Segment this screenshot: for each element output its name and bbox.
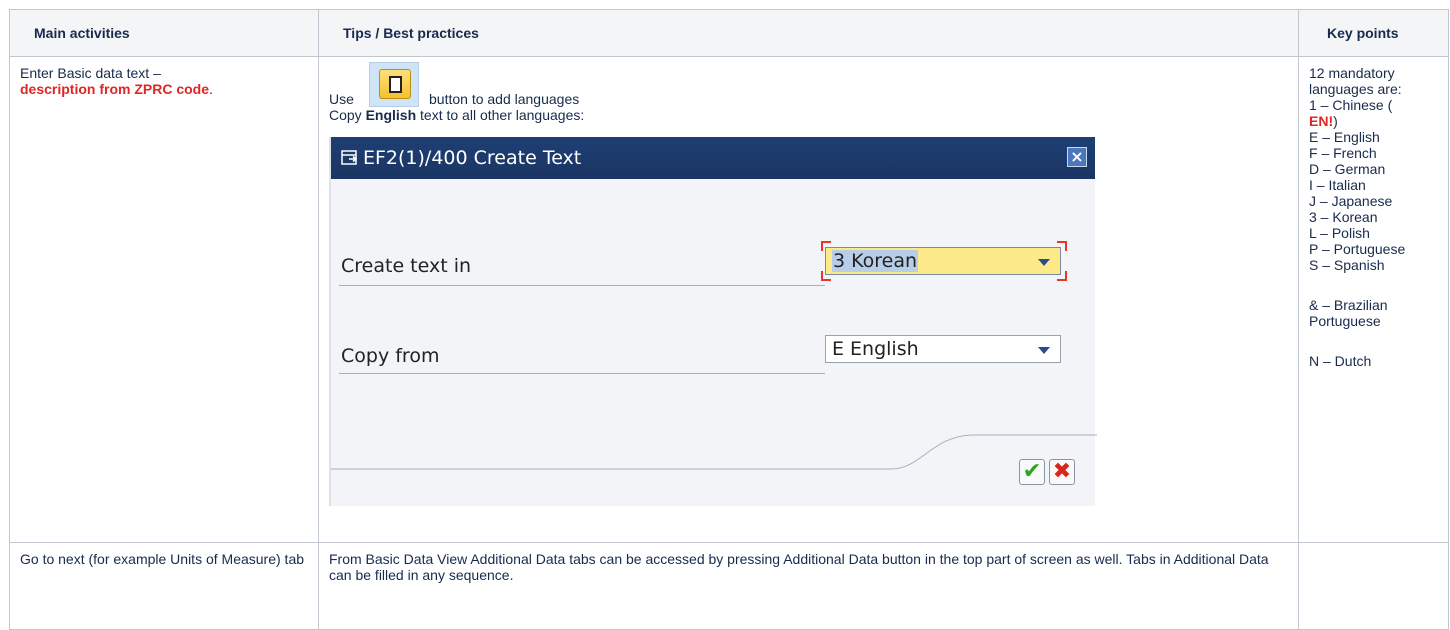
- chevron-down-icon: [1038, 347, 1050, 354]
- chinese-en-note: EN!: [1309, 113, 1334, 129]
- language-item: & – Brazilian: [1309, 297, 1388, 313]
- language-item: EN!): [1309, 113, 1438, 129]
- activity-suffix: .: [209, 81, 213, 97]
- tip-use-text: Use: [329, 91, 354, 107]
- activity-cell: Go to next (for example Units of Measure…: [9, 542, 319, 630]
- key-points-cell: 12 mandatory languages are: 1 – Chinese …: [1298, 56, 1449, 543]
- key-points-cell: [1298, 542, 1449, 630]
- tips-cell: From Basic Data View Additional Data tab…: [318, 542, 1299, 630]
- table-header-row: Main activities Tips / Best practices Ke…: [9, 9, 1449, 57]
- language-item: E – English: [1309, 129, 1380, 145]
- table-row: Go to next (for example Units of Measure…: [9, 542, 1449, 630]
- language-item: J – Japanese: [1309, 193, 1393, 209]
- language-item: D – German: [1309, 161, 1386, 177]
- tip-copy-line: Copy English text to all other languages…: [329, 107, 584, 123]
- language-item: N – Dutch: [1309, 353, 1372, 369]
- create-text-in-label: Create text in: [341, 255, 472, 277]
- tip-use-rest: button to add languages: [429, 91, 580, 107]
- activity-cell: Enter Basic data text – description from…: [9, 56, 319, 543]
- field-underline: [339, 373, 825, 374]
- confirm-button[interactable]: ✔: [1019, 459, 1045, 485]
- cancel-icon: ✖: [1052, 459, 1072, 484]
- key-points-intro: 12 mandatory: [1309, 65, 1395, 81]
- create-text-in-value: 3 Korean: [832, 250, 919, 272]
- language-item: I – Italian: [1309, 177, 1366, 193]
- header-main-activities: Main activities: [9, 9, 319, 57]
- cancel-button[interactable]: ✖: [1049, 459, 1075, 485]
- create-text-in-select[interactable]: 3 Korean: [825, 247, 1061, 275]
- dialog-footer-separator: [331, 434, 1097, 470]
- create-document-button[interactable]: [369, 62, 419, 107]
- checkmark-icon: ✔: [1022, 459, 1042, 484]
- copy-from-value: E English: [832, 338, 919, 360]
- chinese-suffix: ): [1333, 113, 1338, 129]
- document-icon: [379, 69, 411, 99]
- header-key-points: Key points: [1298, 9, 1449, 57]
- table-row: Enter Basic data text – description from…: [9, 56, 1449, 543]
- key-points-list: 12 mandatory languages are: 1 – Chinese …: [1309, 65, 1438, 369]
- chevron-down-icon: [1038, 259, 1050, 266]
- header-tips: Tips / Best practices: [318, 9, 1299, 57]
- language-item: S – Spanish: [1309, 257, 1385, 273]
- tips-intro: Use button to add languages Copy English…: [329, 62, 1288, 123]
- activity-text: Enter Basic data text –: [20, 65, 161, 81]
- tips-cell: Use button to add languages Copy English…: [318, 56, 1299, 543]
- tip-copy-bold: English: [365, 107, 417, 123]
- key-points-intro: languages are:: [1309, 81, 1402, 97]
- copy-from-select[interactable]: E English: [825, 335, 1061, 363]
- language-item: P – Portuguese: [1309, 241, 1406, 257]
- focus-marker: [821, 241, 831, 251]
- language-item: 1 – Chinese (: [1309, 97, 1438, 113]
- language-item: 3 – Korean: [1309, 209, 1378, 225]
- tip-copy-suffix: text to all other languages:: [420, 107, 585, 123]
- language-item: L – Polish: [1309, 225, 1370, 241]
- language-item: Portuguese: [1309, 313, 1381, 329]
- activity-highlight: description from ZPRC code: [20, 81, 210, 97]
- language-chinese: 1 – Chinese (: [1309, 97, 1393, 113]
- copy-from-label: Copy from: [341, 345, 440, 367]
- focus-marker: [1057, 271, 1067, 281]
- dialog-title: EF2(1)/400 Create Text: [363, 147, 582, 169]
- dialog-window-icon: [341, 150, 358, 165]
- dialog-title-bar: EF2(1)/400 Create Text ×: [331, 137, 1095, 179]
- tip-copy-prefix: Copy: [329, 107, 362, 123]
- create-text-dialog: EF2(1)/400 Create Text × Create text in …: [329, 137, 1097, 506]
- focus-marker: [1057, 241, 1067, 251]
- focus-marker: [821, 271, 831, 281]
- field-underline: [339, 285, 825, 286]
- process-table: Main activities Tips / Best practices Ke…: [9, 9, 1449, 630]
- close-icon[interactable]: ×: [1067, 147, 1087, 167]
- language-item: F – French: [1309, 145, 1377, 161]
